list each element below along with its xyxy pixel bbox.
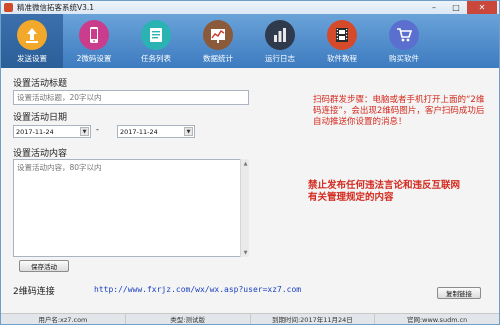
app-logo-icon	[4, 3, 13, 12]
legal-warning: 禁止发布任何违法言论和违反互联网有关管理规定的内容	[308, 180, 461, 203]
end-date-picker[interactable]: 2017-11-24 ▼	[117, 125, 195, 138]
title-bar: 精准微信拓客系统V3.1 – □ ✕	[1, 1, 499, 14]
window-title: 精准微信拓客系统V3.1	[17, 3, 95, 12]
tool-purchase[interactable]: 购买软件	[373, 14, 435, 68]
upload-icon	[17, 20, 47, 50]
start-date-picker[interactable]: 2017-11-24 ▼	[13, 125, 91, 138]
scroll-down-icon[interactable]: ▼	[241, 248, 250, 257]
tool-label: 软件教程	[327, 54, 357, 63]
tool-label: 2微码设置	[76, 54, 112, 63]
qr-link-label: 2维码连接	[13, 287, 55, 297]
activity-content-label: 设置活动内容	[13, 149, 68, 159]
send-settings-panel: 设置活动标题 设置活动日期 2017-11-24 ▼ - 2017-11-24 …	[7, 71, 495, 312]
status-website[interactable]: 官网:www.sudm.cn	[375, 314, 499, 324]
task-list-icon	[141, 20, 171, 50]
activity-title-label: 设置活动标题	[13, 79, 68, 89]
copy-link-button[interactable]: 复制链接	[437, 287, 481, 299]
start-date-value: 2017-11-24	[16, 127, 54, 136]
close-button[interactable]: ✕	[467, 1, 497, 14]
content-scrollbar[interactable]: ▲ ▼	[240, 159, 249, 257]
save-activity-button[interactable]: 保存活动	[19, 260, 69, 272]
activity-content-textarea[interactable]	[13, 159, 249, 257]
status-type: 类型:测试版	[126, 314, 251, 324]
status-expiry: 到期时间:2017年11月24日	[251, 314, 376, 324]
activity-date-label: 设置活动日期	[13, 113, 68, 123]
date-separator: -	[96, 125, 99, 134]
tool-task-list[interactable]: 任务列表	[125, 14, 187, 68]
film-icon	[327, 20, 357, 50]
activity-content-box: ▲ ▼	[13, 159, 249, 257]
chart-icon	[203, 20, 233, 50]
tool-qr-settings[interactable]: 2微码设置	[63, 14, 125, 68]
cart-icon	[389, 20, 419, 50]
qr-broadcast-instructions: 扫码群发步骤：电脑或者手机打开上面的“2维码连接”，会出现2维码图片，客户扫码成…	[313, 95, 485, 127]
app-window: 精准微信拓客系统V3.1 – □ ✕ 发送设置 2微码设置 任务列表 数据统计 …	[0, 0, 500, 325]
main-toolbar: 发送设置 2微码设置 任务列表 数据统计 运行日志 软件教程 购买软件	[1, 14, 499, 68]
tool-statistics[interactable]: 数据统计	[187, 14, 249, 68]
activity-title-input[interactable]	[13, 90, 249, 105]
phone-icon	[79, 20, 109, 50]
tool-send-settings[interactable]: 发送设置	[1, 14, 63, 68]
maximize-button[interactable]: □	[445, 1, 467, 14]
tool-label: 购买软件	[389, 54, 419, 63]
window-controls: – □ ✕	[423, 1, 497, 14]
minimize-button[interactable]: –	[423, 1, 445, 14]
tool-label: 数据统计	[203, 54, 233, 63]
end-date-value: 2017-11-24	[120, 127, 158, 136]
tool-label: 发送设置	[17, 54, 47, 63]
qr-link-url[interactable]: http://www.fxrjz.com/wx/wx.asp?user=xz7.…	[94, 285, 301, 294]
tool-run-log[interactable]: 运行日志	[249, 14, 311, 68]
tool-label: 任务列表	[141, 54, 171, 63]
chevron-down-icon[interactable]: ▼	[80, 127, 89, 136]
tool-label: 运行日志	[265, 54, 295, 63]
status-bar: 用户名:xz7.com 类型:测试版 到期时间:2017年11月24日 官网:w…	[1, 313, 499, 324]
chevron-down-icon[interactable]: ▼	[184, 127, 193, 136]
status-user: 用户名:xz7.com	[1, 314, 126, 324]
log-icon	[265, 20, 295, 50]
tool-tutorial[interactable]: 软件教程	[311, 14, 373, 68]
scroll-up-icon[interactable]: ▲	[241, 159, 250, 168]
